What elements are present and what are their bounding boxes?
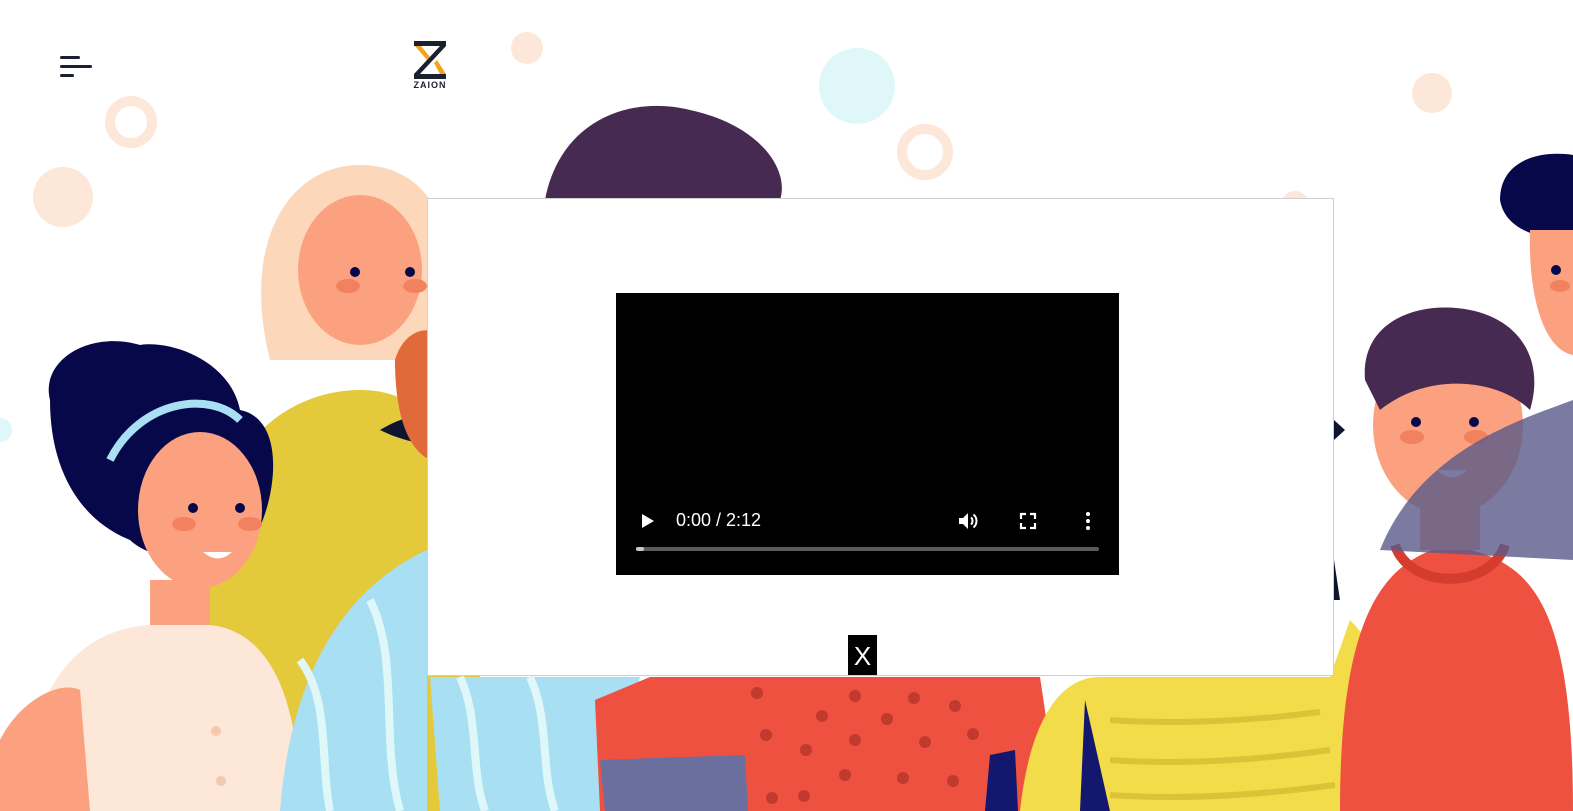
time-display: 0:00 / 2:12 xyxy=(676,510,762,530)
fullscreen-icon[interactable] xyxy=(1016,509,1040,533)
video-modal: 0:00 / 2:12 X xyxy=(427,198,1334,676)
more-options-icon[interactable] xyxy=(1076,509,1100,533)
video-progress-fill xyxy=(636,547,644,551)
video-player[interactable]: 0:00 / 2:12 xyxy=(616,293,1119,575)
video-progress-bar[interactable] xyxy=(636,547,1099,551)
hamburger-menu-icon xyxy=(60,56,92,77)
brand-logo[interactable]: ZAION xyxy=(408,38,452,96)
logo-wordmark: ZAION xyxy=(413,80,447,90)
play-icon[interactable] xyxy=(635,509,659,533)
volume-icon[interactable] xyxy=(956,509,980,533)
video-controls: 0:00 / 2:12 xyxy=(616,495,1119,575)
hamburger-menu-button[interactable] xyxy=(56,52,96,86)
hourglass-logo-icon xyxy=(414,41,446,79)
close-modal-button[interactable]: X xyxy=(848,635,877,675)
